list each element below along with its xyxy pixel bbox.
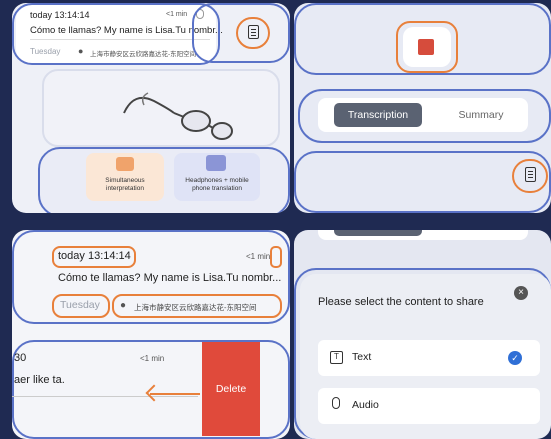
swiped-duration: <1 min [140,354,165,363]
swipe-left-arrow-icon [145,384,200,402]
divider [12,396,198,397]
option-audio-label: Audio [352,399,379,411]
delete-label: Delete [215,383,247,395]
record-card-expanded[interactable]: today 13:14:14 <1 min Cómo te llamas? My… [20,236,282,320]
highlight-ring [12,3,220,65]
record-date: today 13:14:14 [58,250,131,262]
panel-record-detail: today 13:14:14 <1 min Cómo te llamas? My… [12,230,290,439]
delete-button[interactable]: Delete [202,342,260,436]
feature1-label: Simultaneous interpretation [105,177,145,192]
tab-transcription-label: Transcription [347,109,409,121]
share-sheet: Please select the content to share × T T… [300,274,551,439]
headphones-icon [206,155,226,171]
feature2-label: Headphones + mobile phone translation [185,177,249,192]
record-text: Cómo te llamas? My name is Lisa.Tu nombr… [58,272,282,284]
swiped-time: 30 [14,352,27,364]
side-ring [192,3,290,63]
record-day: Tuesday [60,299,100,311]
mic-highlight [270,246,282,268]
share-prompt: Please select the content to share [318,296,484,308]
swiped-record-row[interactable]: 30 <1 min aer like ta. [12,346,202,430]
stop-icon [418,39,434,55]
translate-icon [116,157,134,171]
close-icon[interactable]: × [514,286,528,300]
stop-button[interactable] [403,27,451,67]
microphone-icon [332,397,340,409]
tab-summary[interactable]: Summary [438,103,524,127]
location-pin-icon: ● [120,300,127,311]
record-location: 上海市静安区云欣路嘉达花-东阳空间 [134,303,257,312]
panel-recording-controls: Transcription Summary [294,3,551,213]
feature-card-headphones[interactable]: Headphones + mobile phone translation [174,153,260,201]
swiped-text: aer like ta. [14,374,65,386]
option-text[interactable]: T Text ✓ [318,340,540,376]
illustration-card [42,69,280,147]
tab-bar: Transcription Summary [318,98,528,132]
glasses-illustration-icon [123,92,233,140]
tab-transcription[interactable]: Transcription [334,103,422,127]
text-icon: T [330,351,343,364]
tab-summary-label: Summary [458,109,504,121]
panel-record-card: today 13:14:14 <1 min Cómo te llamas? My… [12,3,290,213]
panel-share-sheet: Please select the content to share × T T… [294,230,551,439]
option-text-label: Text [352,351,372,363]
clipboard-icon[interactable] [525,167,536,182]
feature-card-simultaneous[interactable]: Simultaneous interpretation [86,153,164,201]
tab-bar-partial [318,230,528,240]
check-icon: ✓ [508,351,522,365]
record-duration: <1 min [246,252,271,261]
option-audio[interactable]: Audio [318,388,540,424]
